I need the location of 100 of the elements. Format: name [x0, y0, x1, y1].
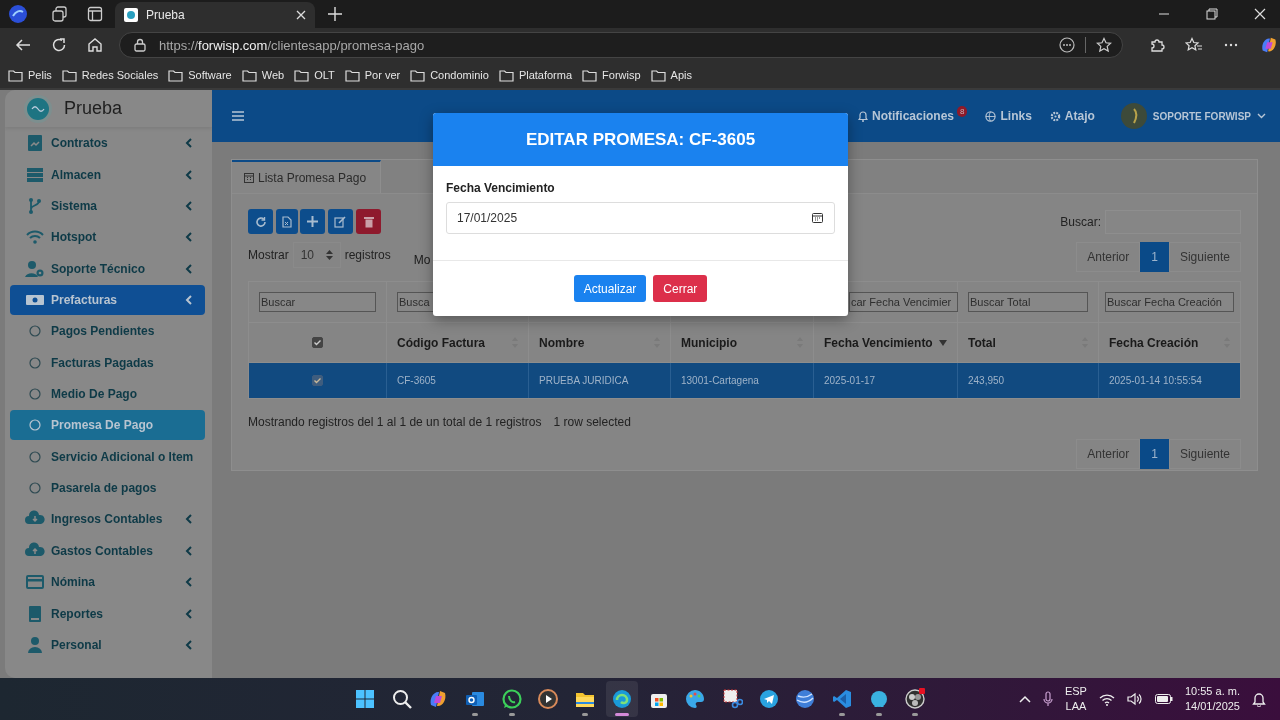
checkbox[interactable] [312, 337, 323, 348]
card-tab[interactable]: Lista Promesa Pago [232, 160, 382, 193]
bookmark[interactable]: Software [168, 68, 232, 82]
sidebar-subitem[interactable]: Pagos Pendientes [10, 316, 205, 347]
new-tab-icon[interactable] [328, 7, 342, 21]
filter-field[interactable]: Buscar [259, 292, 376, 312]
sidebar-subitem[interactable]: Promesa De Pago [10, 410, 205, 441]
profile-icon[interactable] [8, 4, 28, 24]
search-icon [390, 688, 413, 710]
sidebar-subitem[interactable]: Servicio Adicional o Item [10, 441, 205, 472]
bookmark[interactable]: Pelis [8, 68, 52, 82]
sidebar-item[interactable]: Gastos Contables [10, 535, 205, 566]
table-row[interactable]: CF-3605 PRUEBA JURIDICA 13001-Cartagena 2025-01-17 243,950 2025-01-14 10:55:54 [249, 363, 1240, 398]
sort-down-icon[interactable] [939, 339, 947, 346]
user-menu[interactable]: SOPORTE FORWISP [1120, 103, 1266, 129]
column-header[interactable]: Nombre [539, 335, 585, 350]
page-size-select[interactable]: 10 [292, 242, 341, 268]
close-icon[interactable] [1254, 8, 1266, 20]
sidebar-item[interactable]: Personal [10, 629, 205, 660]
close-button[interactable]: Cerrar [653, 275, 708, 302]
clock[interactable]: 10:55 a. m. 14/01/2025 [1184, 684, 1240, 714]
bookmark[interactable]: Redes Sociales [61, 68, 159, 82]
collections-icon[interactable] [52, 6, 68, 22]
edit-button[interactable] [327, 209, 353, 234]
sidebar-item[interactable]: Sistema [10, 191, 205, 222]
menu-icon[interactable] [232, 111, 244, 121]
column-header[interactable]: Fecha Vencimiento [824, 335, 933, 350]
column-header[interactable]: Municipio [681, 335, 737, 350]
refresh-icon[interactable] [51, 37, 67, 53]
filter-field[interactable]: car Fecha Vencimier [849, 292, 958, 312]
delete-button[interactable] [356, 209, 381, 234]
page-button[interactable]: Anterior [1076, 439, 1141, 469]
sidebar-item[interactable]: Nómina [10, 567, 205, 598]
copilot-icon[interactable] [1259, 35, 1279, 55]
add-button[interactable] [300, 209, 325, 234]
sidebar-item[interactable]: Ingresos Contables [10, 504, 205, 535]
links-link[interactable]: Links [985, 109, 1032, 123]
bell-icon[interactable] [1252, 691, 1266, 707]
shortcut-link[interactable]: Atajo [1049, 109, 1095, 123]
sidebar-subitem[interactable]: Medio De Pago [10, 379, 205, 410]
columns-button[interactable]: Mo [413, 253, 431, 267]
column-header[interactable]: Total [968, 335, 996, 350]
restore-icon[interactable] [1206, 8, 1218, 20]
wifi-icon[interactable] [1098, 692, 1115, 706]
sidebar-item[interactable]: Soporte Técnico [10, 253, 205, 284]
browser-tab[interactable]: Prueba [115, 2, 315, 28]
calendar-icon[interactable] [812, 212, 823, 223]
checkbox[interactable] [312, 375, 323, 386]
field-label: Fecha Vencimiento [446, 181, 556, 195]
page-button[interactable]: Siguiente [1168, 242, 1241, 272]
bookmark[interactable]: Forwisp [582, 68, 641, 82]
sidebar-subitem[interactable]: Pasarela de pagos [10, 473, 205, 504]
notifications-link[interactable]: Notificaciones 8 [858, 109, 968, 123]
volume-icon[interactable] [1126, 692, 1143, 706]
filter-field[interactable]: Buscar Total [968, 292, 1088, 312]
bookmark[interactable]: OLT [294, 68, 335, 82]
sidebar-item[interactable]: Hotspot [10, 222, 205, 253]
page-button[interactable]: 1 [1140, 242, 1169, 272]
extensions-icon[interactable] [1149, 37, 1165, 53]
page-button[interactable]: 1 [1140, 439, 1169, 469]
back-icon[interactable] [15, 37, 31, 53]
trash-icon [363, 215, 374, 228]
bookmark[interactable]: Plataforma [498, 68, 573, 82]
address-bar[interactable]: https://forwisp.com/clientesapp/promesa-pago [119, 32, 1123, 58]
column-header[interactable]: Código Factura [397, 335, 485, 350]
bookmark[interactable]: Apis [650, 68, 692, 82]
microphone-icon[interactable] [1042, 691, 1053, 707]
reader-icon[interactable] [1059, 37, 1075, 53]
bookmark[interactable]: Web [241, 68, 285, 82]
sidebar-item[interactable]: Prefacturas [10, 285, 205, 316]
date-field[interactable]: 17/01/2025 [446, 202, 835, 234]
bookmark[interactable]: Por ver [344, 68, 401, 82]
tab-sidebar-icon[interactable] [87, 6, 103, 22]
folder-icon [8, 68, 23, 82]
lock-icon [134, 38, 146, 52]
home-icon[interactable] [87, 37, 103, 53]
excel-button[interactable] [275, 209, 298, 234]
filter-field[interactable]: Buscar Fecha Creación [1105, 292, 1234, 312]
avatar-icon [1120, 103, 1147, 129]
folder-icon [498, 68, 514, 82]
refresh-button[interactable] [248, 209, 273, 234]
sidebar-subitem[interactable]: Facturas Pagadas [10, 347, 205, 378]
chevron-up-icon[interactable] [1018, 695, 1031, 703]
page-button[interactable]: Anterior [1076, 242, 1141, 272]
language-indicator[interactable]: ESP LAA [1064, 684, 1087, 714]
star-icon[interactable] [1096, 37, 1112, 53]
update-button[interactable]: Actualizar [573, 275, 647, 302]
page-button[interactable]: Siguiente [1168, 439, 1241, 469]
column-header[interactable]: Fecha Creación [1109, 335, 1199, 350]
sidebar-item[interactable]: Reportes [10, 598, 205, 629]
filter-field[interactable]: Busca [397, 292, 434, 312]
chevron-icon [185, 639, 193, 650]
close-icon[interactable] [296, 10, 306, 20]
bookmark[interactable]: Condominio [410, 68, 489, 82]
sidebar-item[interactable]: Almacen [10, 159, 205, 190]
taskbar-app[interactable] [605, 681, 638, 717]
favorites-icon[interactable] [1185, 37, 1203, 53]
battery-icon[interactable] [1154, 694, 1173, 704]
sidebar-item[interactable]: Contratos [10, 128, 205, 159]
chevron-icon [1257, 113, 1266, 119]
